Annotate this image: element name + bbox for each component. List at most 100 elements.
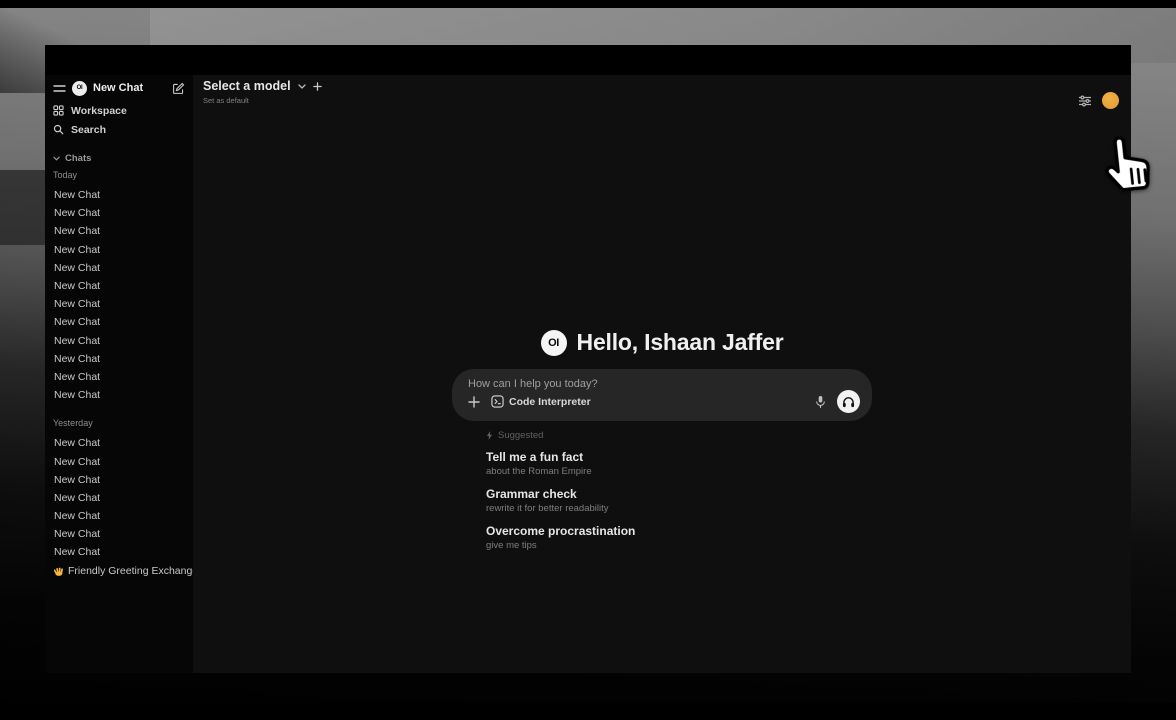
chat-list-item[interactable]: New Chat <box>53 186 185 204</box>
chat-list-item[interactable]: New Chat <box>53 332 185 350</box>
sidebar-header: OI New Chat <box>53 79 185 97</box>
suggested-prompt-subtitle: give me tips <box>486 540 872 551</box>
sidebar-item-label: Search <box>71 124 106 136</box>
chevron-down-icon <box>298 84 306 89</box>
chat-list-item[interactable]: New Chat <box>53 241 185 259</box>
chat-list-item[interactable]: New Chat <box>53 350 185 368</box>
chat-list-item[interactable]: New Chat <box>53 313 185 331</box>
chat-list-item[interactable]: New Chat <box>53 386 185 404</box>
input-controls: Code Interpreter <box>468 390 860 413</box>
sidebar-item-label: Workspace <box>71 105 127 117</box>
chat-item-label: New Chat <box>54 389 100 401</box>
search-icon <box>53 124 64 135</box>
chat-list-item[interactable]: New Chat <box>53 204 185 222</box>
sparkle-bolt-icon <box>486 431 493 440</box>
model-selector-label: Select a model <box>203 79 291 93</box>
window-top-strip <box>45 45 1131 75</box>
app-window: OI New Chat Workspace Search <box>45 45 1131 673</box>
new-chat-compose-icon[interactable] <box>172 82 185 95</box>
chat-item-label: New Chat <box>54 437 100 449</box>
suggested-label: Suggested <box>498 430 543 441</box>
chats-section-label: Chats <box>65 153 91 164</box>
chat-item-label: New Chat <box>54 353 100 365</box>
suggested-prompt-title: Overcome procrastination <box>486 524 872 538</box>
grid-icon <box>53 105 64 116</box>
topbar-right-controls <box>1078 79 1119 119</box>
main-topbar: Select a model Set as default <box>193 75 1131 119</box>
chat-item-label: Friendly Greeting Exchange <box>68 565 193 577</box>
microphone-icon[interactable] <box>815 395 826 409</box>
hand-cursor-icon <box>1097 123 1158 196</box>
sidebar-title: New Chat <box>93 82 166 94</box>
sidebar-toggle-icon[interactable] <box>53 84 66 93</box>
chat-group-label: Today <box>53 170 185 181</box>
main-area: Select a model Set as default <box>193 75 1131 673</box>
bottom-black-bar <box>0 703 1176 720</box>
chat-item-label: New Chat <box>54 225 100 237</box>
greeting-text: Hello, Ishaan Jaffer <box>577 329 784 356</box>
chat-item-label: New Chat <box>54 474 100 486</box>
chat-item-label: New Chat <box>54 262 100 274</box>
settings-sliders-icon[interactable] <box>1078 95 1092 107</box>
code-interpreter-label: Code Interpreter <box>509 396 591 408</box>
chat-list-item[interactable]: New Chat <box>53 259 185 277</box>
chat-item-label: New Chat <box>54 280 100 292</box>
chat-item-label: New Chat <box>54 510 100 522</box>
suggested-prompt[interactable]: Grammar checkrewrite it for better reada… <box>486 487 872 514</box>
chat-item-label: New Chat <box>54 316 100 328</box>
chat-item-label: New Chat <box>54 207 100 219</box>
chat-list-item[interactable]: New Chat <box>53 543 185 561</box>
chat-list-item[interactable]: New Chat <box>53 452 185 470</box>
wave-emoji-icon <box>54 566 64 576</box>
set-as-default-link[interactable]: Set as default <box>203 96 322 105</box>
top-black-bar <box>0 0 1176 8</box>
suggested-prompt[interactable]: Overcome procrastination give me tips <box>486 524 872 551</box>
voice-call-button[interactable] <box>837 390 860 413</box>
chat-item-label: New Chat <box>54 528 100 540</box>
user-avatar[interactable] <box>1102 92 1119 109</box>
headphones-icon <box>842 396 855 408</box>
suggested-prompt-title: Tell me a fun fact <box>486 450 872 464</box>
greeting-row: OI Hello, Ishaan Jaffer <box>452 329 872 356</box>
add-model-icon[interactable] <box>313 82 322 91</box>
chevron-down-icon <box>53 156 60 161</box>
message-input-box[interactable]: Code Interpreter <box>452 369 872 421</box>
app-logo-large: OI <box>541 330 567 356</box>
center-content: OI Hello, Ishaan Jaffer Code Inter <box>452 329 872 561</box>
chat-item-label: New Chat <box>54 546 100 558</box>
chat-group-label: Yesterday <box>53 418 185 429</box>
suggested-section: Suggested Tell me a fun fact about the Ro… <box>452 430 872 551</box>
chat-item-label: New Chat <box>54 189 100 201</box>
chats-section-toggle[interactable]: Chats <box>53 151 185 165</box>
app-logo-small: OI <box>72 81 87 96</box>
suggested-prompt[interactable]: Tell me a fun fact about the Roman Empire <box>486 450 872 477</box>
chat-item-label: New Chat <box>54 335 100 347</box>
chat-list-item[interactable]: New Chat <box>53 507 185 525</box>
model-selector[interactable]: Select a model <box>203 79 322 93</box>
chat-list-item[interactable]: New Chat <box>53 368 185 386</box>
code-interpreter-button[interactable]: Code Interpreter <box>491 395 591 408</box>
chat-list-item[interactable]: New Chat <box>53 277 185 295</box>
suggested-header: Suggested <box>486 430 872 441</box>
chat-item-label: New Chat <box>54 371 100 383</box>
window-body: OI New Chat Workspace Search <box>45 75 1131 673</box>
chat-list-item[interactable]: Friendly Greeting Exchange <box>53 562 185 580</box>
chat-list-item[interactable]: New Chat <box>53 222 185 240</box>
chat-item-label: New Chat <box>54 298 100 310</box>
backdrop-dark-patch <box>0 170 45 245</box>
sidebar-item-workspace[interactable]: Workspace <box>53 101 185 120</box>
suggested-list: Tell me a fun fact about the Roman Empire… <box>486 450 872 551</box>
suggested-prompt-subtitle: about the Roman Empire <box>486 466 872 477</box>
sidebar-item-search[interactable]: Search <box>53 120 185 139</box>
chat-list-item[interactable]: New Chat <box>53 295 185 313</box>
chat-list-item[interactable]: New Chat <box>53 525 185 543</box>
attach-plus-icon[interactable] <box>468 396 480 408</box>
message-input[interactable] <box>468 378 860 390</box>
chat-list-item[interactable]: New Chat <box>53 471 185 489</box>
chat-item-label: New Chat <box>54 456 100 468</box>
sidebar: OI New Chat Workspace Search <box>45 75 193 673</box>
chat-list-item[interactable]: New Chat <box>53 434 185 452</box>
chat-item-label: New Chat <box>54 492 100 504</box>
chat-list-item[interactable]: New Chat <box>53 489 185 507</box>
chat-item-label: New Chat <box>54 244 100 256</box>
